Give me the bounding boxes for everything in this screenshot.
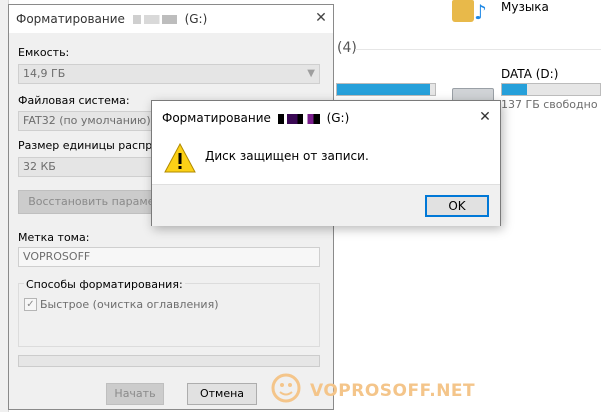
start-button[interactable]: Начать xyxy=(106,383,164,405)
format-options-label: Способы форматирования: xyxy=(24,278,185,291)
quick-format-label: Быстрое (очистка оглавления) xyxy=(40,298,219,311)
drive-usage-bar-secondary xyxy=(336,83,436,96)
filesystem-label: Файловая система: xyxy=(18,94,130,107)
drive-usage-fill-secondary xyxy=(337,84,431,95)
format-window-title-text: Форматирование xyxy=(16,12,125,26)
format-options-group xyxy=(18,283,320,347)
volume-label-input[interactable]: VOPROSOFF xyxy=(18,247,320,267)
format-window-close-icon[interactable]: ✕ xyxy=(313,10,329,26)
music-note-icon: ♪ xyxy=(474,0,487,24)
capacity-value: 14,9 ГБ xyxy=(23,67,66,80)
section-divider xyxy=(355,49,601,50)
capacity-select[interactable]: 14,9 ГБ ▼ xyxy=(18,64,320,84)
dialog-title-text: Форматирование xyxy=(162,111,271,125)
watermark-logo-icon xyxy=(271,373,301,403)
music-folder-icon[interactable] xyxy=(452,0,474,22)
filesystem-value: FAT32 (по умолчанию) xyxy=(23,114,151,127)
dialog-message: Диск защищен от записи. xyxy=(205,149,369,163)
cancel-button[interactable]: Отмена xyxy=(187,383,257,405)
dialog-title[interactable]: Форматирование (G:) xyxy=(162,111,349,125)
volume-label-caption: Метка тома: xyxy=(18,231,90,244)
format-window-title: Форматирование (G:) xyxy=(16,12,207,26)
watermark-text: VOPROSOFF.NET xyxy=(310,381,476,401)
drive-data-free-space: 137 ГБ свободно и xyxy=(501,98,601,111)
ok-button[interactable]: OK xyxy=(425,195,489,217)
drive-data-usage-fill xyxy=(502,84,527,95)
music-folder-label[interactable]: Музыка xyxy=(501,0,549,14)
format-progress-bar xyxy=(18,355,320,367)
drive-data-usage-bar xyxy=(501,83,601,96)
warning-icon xyxy=(164,143,196,173)
drive-data-label[interactable]: DATA (D:) xyxy=(501,67,558,81)
quick-format-checkbox[interactable]: ✓ xyxy=(24,298,37,311)
allocation-size-value: 32 КБ xyxy=(23,160,56,173)
dialog-footer: OK xyxy=(152,184,500,226)
dialog-drive-letter: (G:) xyxy=(326,111,350,125)
redacted-volume-name xyxy=(277,113,320,124)
redacted-volume-name xyxy=(132,15,177,24)
capacity-label: Емкость: xyxy=(18,46,70,59)
dialog-close-icon[interactable]: ✕ xyxy=(477,109,493,125)
write-protected-dialog: Форматирование (G:) ✕ Диск защищен от за… xyxy=(151,100,501,226)
format-window-titlebar[interactable]: Форматирование (G:) ✕ xyxy=(9,5,333,33)
chevron-down-icon: ▼ xyxy=(307,68,315,79)
format-window-drive-letter: (G:) xyxy=(184,12,208,26)
devices-section-count: (4) xyxy=(337,40,357,56)
